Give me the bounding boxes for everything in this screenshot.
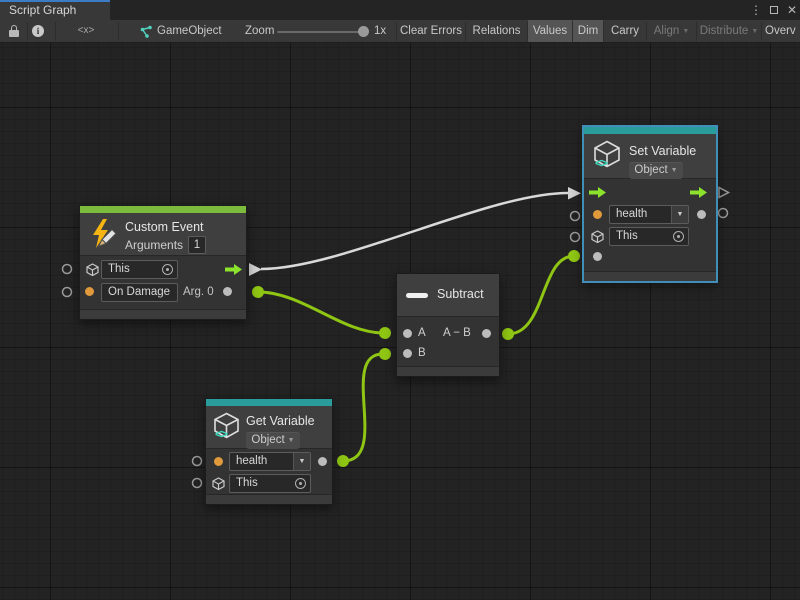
unity-script-graph-window: Script Graph ⋮ ✕ i <x> GameObject Zoom 1… [0, 0, 800, 600]
node-set-variable[interactable]: <> Set Variable Object▼ health ▼ This [583, 126, 717, 282]
zoom-slider-track[interactable] [277, 31, 368, 33]
scope-dropdown[interactable]: Object▼ [246, 432, 300, 449]
value-output-port[interactable] [318, 457, 327, 466]
flow-output-arrow-port[interactable] [225, 264, 242, 275]
close-icon[interactable]: ✕ [784, 0, 800, 20]
info-button[interactable]: i [27, 20, 55, 42]
variable-color-bar [206, 399, 332, 406]
cube-icon [591, 230, 604, 243]
node-title: Set Variable [629, 144, 696, 158]
input-a-label: A [418, 327, 426, 339]
maximize-icon[interactable] [766, 0, 782, 20]
variable-glyph-icon: <> [215, 427, 227, 441]
zoom-slider-handle[interactable] [358, 26, 369, 37]
input-a-port[interactable] [403, 329, 412, 338]
target-field[interactable]: This [609, 227, 689, 246]
node-title: Custom Event [125, 220, 204, 234]
zoom-value: 1x [374, 20, 386, 42]
lock-button[interactable] [0, 20, 27, 42]
node-subtract[interactable]: Subtract A A − B B [396, 273, 500, 377]
graph-network-icon [139, 25, 152, 38]
code-icon: <x> [74, 20, 98, 42]
relations-button[interactable]: Relations [466, 20, 527, 42]
overview-button[interactable]: Overv [762, 20, 800, 42]
graph-toolbar: i <x> GameObject Zoom 1x Clear Errors Re… [0, 20, 800, 43]
cube-icon [86, 263, 99, 276]
zoom-label: Zoom [245, 20, 274, 42]
variable-name-dropdown[interactable]: health ▼ [229, 452, 311, 471]
cube-icon [212, 477, 225, 490]
tab-title: Script Graph [9, 3, 76, 17]
variable-glyph-icon: <> [595, 156, 607, 170]
variable-color-bar [584, 127, 716, 134]
variable-name-dropdown[interactable]: health ▼ [609, 205, 689, 224]
value-output-port[interactable] [697, 210, 706, 219]
lightning-pencil-icon [89, 218, 121, 252]
node-get-variable[interactable]: <> Get Variable Object▼ health ▼ This [205, 398, 333, 505]
arg-port-label: Arg. 0 [183, 286, 214, 298]
event-port[interactable] [85, 287, 94, 296]
chevron-down-icon: ▼ [748, 28, 758, 35]
flow-output-arrow-port[interactable] [690, 187, 707, 198]
chevron-down-icon: ▼ [668, 167, 678, 174]
event-color-bar [80, 206, 246, 213]
values-button[interactable]: Values [528, 20, 572, 42]
tab-script-graph[interactable]: Script Graph [0, 0, 110, 20]
info-icon: i [32, 25, 44, 37]
arguments-count-field[interactable]: 1 [188, 236, 206, 254]
event-name-field[interactable]: On Damage [101, 283, 178, 302]
target-field[interactable]: This [229, 474, 311, 493]
tab-bar: Script Graph ⋮ ✕ [0, 0, 800, 20]
node-title: Get Variable [246, 414, 315, 428]
kebab-menu-icon[interactable]: ⋮ [748, 0, 764, 20]
arguments-label: Arguments [125, 238, 183, 252]
align-button[interactable]: Align▼ [647, 20, 696, 42]
chevron-down-icon: ▼ [679, 28, 689, 35]
minus-icon [406, 293, 428, 298]
output-label: A − B [443, 327, 471, 339]
target-field[interactable]: This [101, 260, 178, 279]
input-b-port[interactable] [403, 349, 412, 358]
graph-target-label[interactable]: GameObject [157, 20, 222, 42]
value-input-port[interactable] [593, 252, 602, 261]
distribute-button[interactable]: Distribute▼ [697, 20, 761, 42]
node-title: Subtract [437, 287, 484, 301]
edit-code-button[interactable]: <x> [55, 20, 118, 42]
scope-dropdown[interactable]: Object▼ [629, 162, 683, 179]
node-custom-event[interactable]: Custom Event Arguments 1 This On Damage … [79, 205, 247, 320]
chevron-down-icon[interactable]: ▼ [293, 453, 310, 470]
input-b-label: B [418, 347, 426, 359]
result-output-port[interactable] [482, 329, 491, 338]
arg-output-port[interactable] [223, 287, 232, 296]
chevron-down-icon[interactable]: ▼ [671, 206, 688, 223]
carry-button[interactable]: Carry [604, 20, 646, 42]
variable-name-port[interactable] [214, 457, 223, 466]
target-picker-icon[interactable] [295, 478, 306, 489]
variable-name-port[interactable] [593, 210, 602, 219]
flow-input-arrow-port[interactable] [589, 187, 606, 198]
target-picker-icon[interactable] [162, 264, 173, 275]
target-picker-icon[interactable] [673, 231, 684, 242]
chevron-down-icon: ▼ [285, 437, 295, 444]
dim-button[interactable]: Dim [573, 20, 603, 42]
clear-errors-button[interactable]: Clear Errors [397, 20, 465, 42]
